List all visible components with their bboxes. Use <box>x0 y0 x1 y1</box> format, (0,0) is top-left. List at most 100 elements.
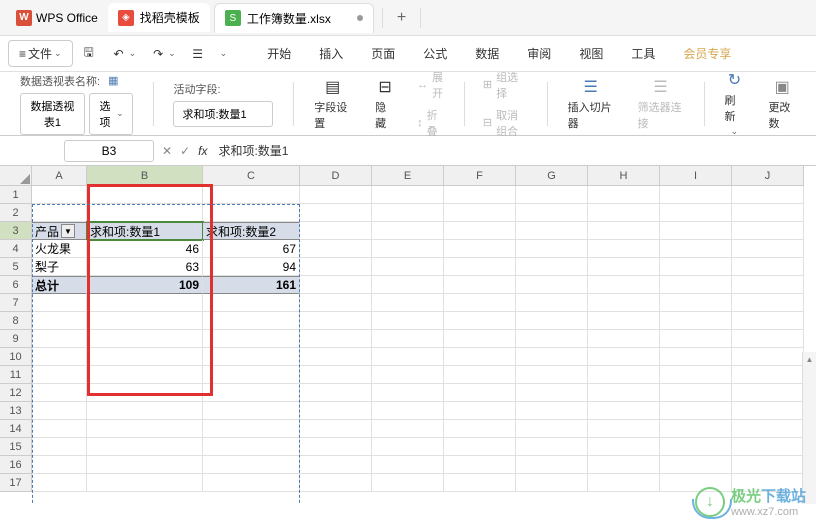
cell-C17[interactable] <box>203 474 300 492</box>
cell-C1[interactable] <box>203 186 300 204</box>
cell-B16[interactable] <box>87 456 203 474</box>
change-data-button[interactable]: ▣ 更改数 <box>760 77 804 131</box>
formula-input[interactable]: 求和项:数量1 <box>215 139 808 162</box>
cell-J12[interactable] <box>732 384 804 402</box>
cell-F13[interactable] <box>444 402 516 420</box>
cell-B17[interactable] <box>87 474 203 492</box>
cell-H10[interactable] <box>588 348 660 366</box>
cell-I4[interactable] <box>660 240 732 258</box>
cell-C7[interactable] <box>203 294 300 312</box>
cell-G8[interactable] <box>516 312 588 330</box>
cell-I12[interactable] <box>660 384 732 402</box>
cell-A4[interactable]: 火龙果 <box>32 240 87 258</box>
tab-review[interactable]: 审阅 <box>515 39 563 68</box>
ungroup-button[interactable]: ⊟取消组合 <box>477 105 535 141</box>
cell-D16[interactable] <box>300 456 372 474</box>
cell-C9[interactable] <box>203 330 300 348</box>
cell-J13[interactable] <box>732 402 804 420</box>
cell-B14[interactable] <box>87 420 203 438</box>
row-header-9[interactable]: 9 <box>0 330 32 348</box>
cell-J10[interactable] <box>732 348 804 366</box>
row-header-7[interactable]: 7 <box>0 294 32 312</box>
group-select-button[interactable]: ⊞组选择 <box>477 67 535 103</box>
filter-conn-button[interactable]: ☰ 筛选器连接 <box>630 77 692 131</box>
overflow-button[interactable]: ⌄ <box>214 44 234 63</box>
cell-J5[interactable] <box>732 258 804 276</box>
cell-D5[interactable] <box>300 258 372 276</box>
cell-E12[interactable] <box>372 384 444 402</box>
cell-G14[interactable] <box>516 420 588 438</box>
cell-H2[interactable] <box>588 204 660 222</box>
cell-C16[interactable] <box>203 456 300 474</box>
row-header-10[interactable]: 10 <box>0 348 32 366</box>
cell-E3[interactable] <box>372 222 444 240</box>
cell-E10[interactable] <box>372 348 444 366</box>
cell-A14[interactable] <box>32 420 87 438</box>
cell-A8[interactable] <box>32 312 87 330</box>
row-header-17[interactable]: 17 <box>0 474 32 492</box>
cell-I10[interactable] <box>660 348 732 366</box>
cell-A3[interactable]: 产品▼ <box>32 222 87 240</box>
cell-F9[interactable] <box>444 330 516 348</box>
tab-vip[interactable]: 会员专享 <box>671 39 743 68</box>
cell-B7[interactable] <box>87 294 203 312</box>
cell-B1[interactable] <box>87 186 203 204</box>
row-header-14[interactable]: 14 <box>0 420 32 438</box>
cell-B8[interactable] <box>87 312 203 330</box>
cell-E14[interactable] <box>372 420 444 438</box>
cell-F14[interactable] <box>444 420 516 438</box>
cell-F1[interactable] <box>444 186 516 204</box>
cell-B9[interactable] <box>87 330 203 348</box>
cell-A17[interactable] <box>32 474 87 492</box>
cells-area[interactable]: 产品▼求和项:数量1求和项:数量2火龙果4667梨子6394总计109161 <box>32 186 804 492</box>
cell-G17[interactable] <box>516 474 588 492</box>
cell-J2[interactable] <box>732 204 804 222</box>
cell-H6[interactable] <box>588 276 660 294</box>
cell-C14[interactable] <box>203 420 300 438</box>
row-header-6[interactable]: 6 <box>0 276 32 294</box>
cell-C13[interactable] <box>203 402 300 420</box>
cell-J3[interactable] <box>732 222 804 240</box>
cell-J1[interactable] <box>732 186 804 204</box>
cell-I8[interactable] <box>660 312 732 330</box>
row-header-12[interactable]: 12 <box>0 384 32 402</box>
add-tab-button[interactable]: + <box>389 9 414 27</box>
cell-E1[interactable] <box>372 186 444 204</box>
cell-B4[interactable]: 46 <box>87 240 203 258</box>
cell-D13[interactable] <box>300 402 372 420</box>
cell-I3[interactable] <box>660 222 732 240</box>
cell-F3[interactable] <box>444 222 516 240</box>
cell-I16[interactable] <box>660 456 732 474</box>
cell-G10[interactable] <box>516 348 588 366</box>
cell-D14[interactable] <box>300 420 372 438</box>
cell-I13[interactable] <box>660 402 732 420</box>
cell-B15[interactable] <box>87 438 203 456</box>
cell-E6[interactable] <box>372 276 444 294</box>
pivot-filter-dropdown[interactable]: ▼ <box>61 224 75 238</box>
cell-J6[interactable] <box>732 276 804 294</box>
cell-J15[interactable] <box>732 438 804 456</box>
cell-H5[interactable] <box>588 258 660 276</box>
tab-tools[interactable]: 工具 <box>619 39 667 68</box>
cell-C12[interactable] <box>203 384 300 402</box>
cell-H16[interactable] <box>588 456 660 474</box>
col-header-C[interactable]: C <box>203 166 300 186</box>
cell-B13[interactable] <box>87 402 203 420</box>
cell-D1[interactable] <box>300 186 372 204</box>
cell-E16[interactable] <box>372 456 444 474</box>
cell-I15[interactable] <box>660 438 732 456</box>
cell-G15[interactable] <box>516 438 588 456</box>
cell-H7[interactable] <box>588 294 660 312</box>
cell-E13[interactable] <box>372 402 444 420</box>
cell-G12[interactable] <box>516 384 588 402</box>
tab-formula[interactable]: 公式 <box>411 39 459 68</box>
select-all-corner[interactable] <box>0 166 32 186</box>
cell-F16[interactable] <box>444 456 516 474</box>
cell-E7[interactable] <box>372 294 444 312</box>
save-button[interactable]: 🖫 <box>75 42 103 66</box>
row-header-13[interactable]: 13 <box>0 402 32 420</box>
cell-J9[interactable] <box>732 330 804 348</box>
cell-D11[interactable] <box>300 366 372 384</box>
cell-A7[interactable] <box>32 294 87 312</box>
cell-C10[interactable] <box>203 348 300 366</box>
